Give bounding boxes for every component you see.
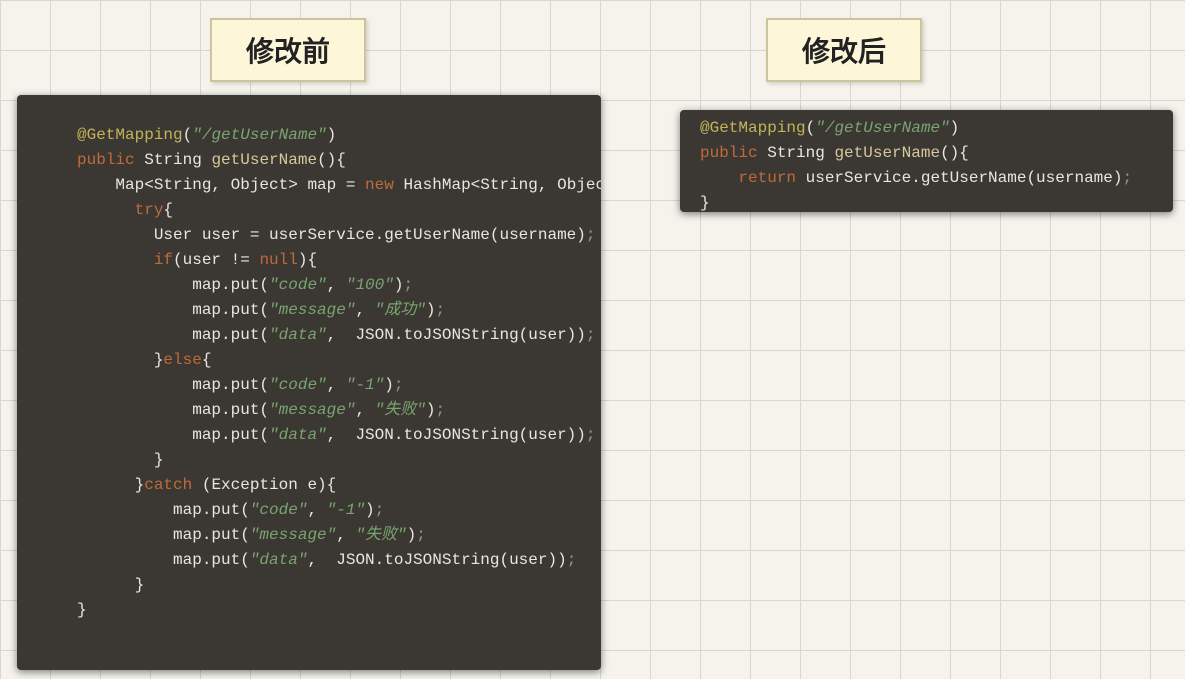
space [202, 151, 212, 169]
code-text: map.put( [77, 551, 250, 569]
comma: , [307, 501, 326, 519]
code-text: , JSON.toJSONString(user)) [327, 426, 586, 444]
code-text: , JSON.toJSONString(user)) [327, 326, 586, 344]
keyword-else: else [163, 351, 201, 369]
method-name: getUserName [834, 144, 940, 162]
semicolon: ; [435, 301, 445, 319]
keyword-if: if [154, 251, 173, 269]
keyword-null: null [259, 251, 297, 269]
code-text: Map<String, Object> map = [77, 176, 365, 194]
brace: } [77, 451, 163, 469]
comma: , [355, 401, 374, 419]
label-before: 修改前 [210, 18, 366, 82]
string-literal: "失败" [375, 401, 426, 419]
brace: } [77, 476, 144, 494]
brace: { [163, 201, 173, 219]
type-string: String [767, 144, 825, 162]
code-panel-after: @GetMapping("/getUserName") public Strin… [680, 110, 1173, 212]
code-text: (Exception e){ [192, 476, 336, 494]
brace: (){ [940, 144, 969, 162]
keyword-return: return [738, 169, 796, 187]
code-text: User user = userService.getUserName(user… [77, 226, 586, 244]
comma: , [355, 301, 374, 319]
code-text: userService.getUserName(username) [796, 169, 1122, 187]
method-name: getUserName [211, 151, 317, 169]
indent [700, 169, 738, 187]
code-text: map.put( [77, 376, 269, 394]
keyword-public: public [77, 151, 135, 169]
lparen: ( [183, 126, 193, 144]
brace: } [77, 576, 144, 594]
code-text: map.put( [77, 401, 269, 419]
space [135, 151, 145, 169]
label-after: 修改后 [766, 18, 922, 82]
code-text: HashMap<String, Object>() [394, 176, 601, 194]
semicolon: ; [394, 376, 404, 394]
rparen: ) [950, 119, 960, 137]
code-text: map.put( [77, 426, 269, 444]
brace: (){ [317, 151, 346, 169]
brace: ){ [298, 251, 317, 269]
rparen: ) [384, 376, 394, 394]
string-literal: "/getUserName" [192, 126, 326, 144]
semicolon: ; [586, 226, 596, 244]
brace: { [202, 351, 212, 369]
code-text: map.put( [77, 501, 250, 519]
string-literal: "message" [250, 526, 336, 544]
semicolon: ; [586, 326, 596, 344]
code-text: map.put( [77, 526, 250, 544]
keyword-public: public [700, 144, 758, 162]
code-text: map.put( [77, 301, 269, 319]
semicolon: ; [375, 501, 385, 519]
string-literal: "-1" [327, 501, 365, 519]
indent [77, 251, 154, 269]
code-panel-before: @GetMapping("/getUserName") public Strin… [17, 95, 601, 670]
code-text: map.put( [77, 326, 269, 344]
string-literal: "成功" [375, 301, 426, 319]
space [825, 144, 835, 162]
comma: , [327, 276, 346, 294]
semicolon: ; [435, 401, 445, 419]
annotation: @GetMapping [700, 119, 806, 137]
brace: } [700, 194, 710, 212]
rparen: ) [327, 126, 337, 144]
string-literal: "code" [269, 276, 327, 294]
brace: } [77, 351, 163, 369]
comma: , [327, 376, 346, 394]
comma: , [336, 526, 355, 544]
string-literal: "message" [269, 301, 355, 319]
string-literal: "code" [269, 376, 327, 394]
rparen: ) [365, 501, 375, 519]
indent [77, 201, 135, 219]
type-string: String [144, 151, 202, 169]
string-literal: "失败" [355, 526, 406, 544]
string-literal: "data" [269, 326, 327, 344]
code-text: , JSON.toJSONString(user)) [307, 551, 566, 569]
annotation: @GetMapping [77, 126, 183, 144]
rparen: ) [407, 526, 417, 544]
semicolon: ; [1122, 169, 1132, 187]
code-text: map.put( [77, 276, 269, 294]
semicolon: ; [416, 526, 426, 544]
string-literal: "data" [250, 551, 308, 569]
string-literal: "/getUserName" [815, 119, 949, 137]
lparen: ( [806, 119, 816, 137]
string-literal: "data" [269, 426, 327, 444]
brace: } [77, 601, 87, 619]
keyword-try: try [135, 201, 164, 219]
semicolon: ; [403, 276, 413, 294]
string-literal: "message" [269, 401, 355, 419]
semicolon: ; [586, 426, 596, 444]
space [758, 144, 768, 162]
keyword-new: new [365, 176, 394, 194]
semicolon: ; [567, 551, 577, 569]
keyword-catch: catch [144, 476, 192, 494]
code-text: (user != [173, 251, 259, 269]
string-literal: "-1" [346, 376, 384, 394]
string-literal: "code" [250, 501, 308, 519]
string-literal: "100" [346, 276, 394, 294]
